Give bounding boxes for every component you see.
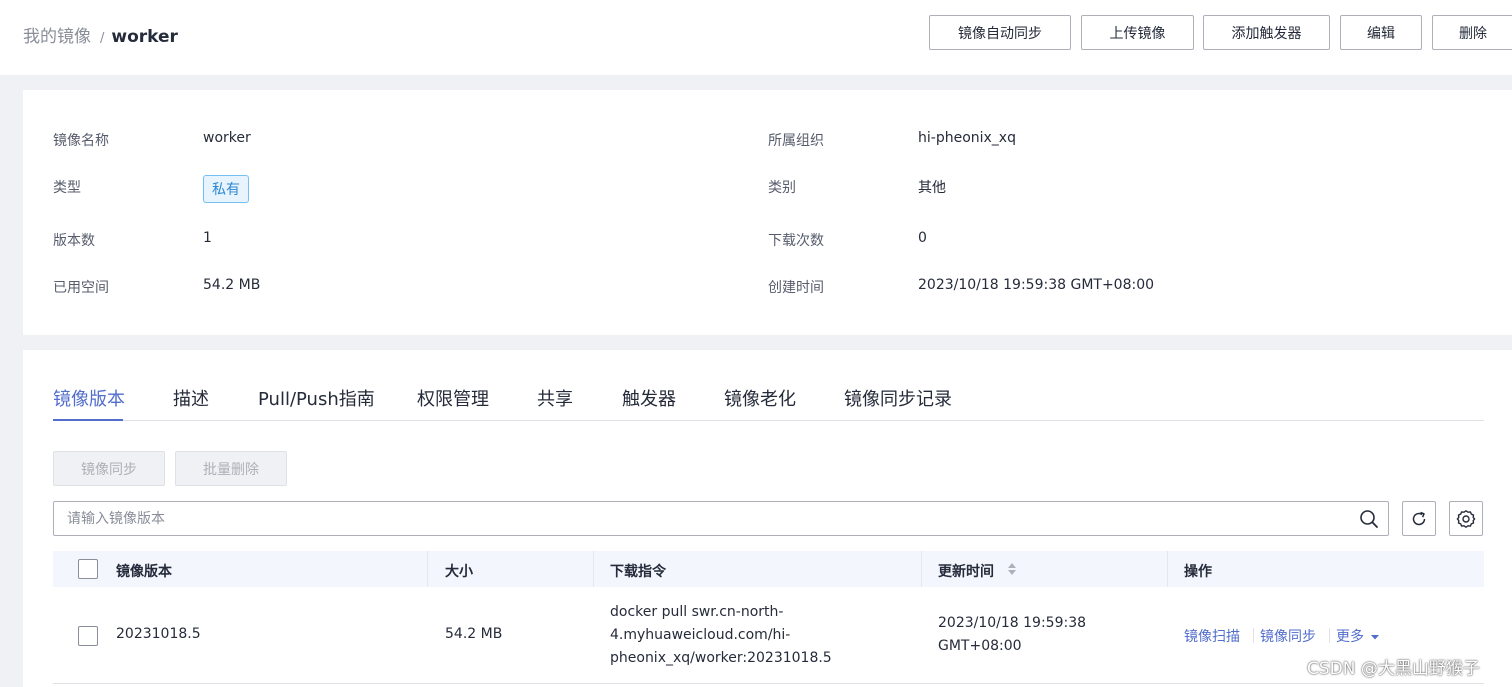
row-checkbox[interactable] bbox=[78, 626, 98, 646]
search-icon[interactable] bbox=[1359, 509, 1379, 529]
image-sync-button[interactable]: 镜像同步 bbox=[53, 451, 165, 486]
tab-sharing[interactable]: 共享 bbox=[537, 385, 573, 411]
chevron-down-icon bbox=[1371, 635, 1380, 640]
active-tab-indicator bbox=[53, 419, 123, 421]
column-divider bbox=[1167, 551, 1168, 587]
used-space-value: 54.2 MB bbox=[203, 277, 261, 293]
image-versions-card: 镜像版本 描述 Pull/Push指南 权限管理 共享 触发器 镜像老化 镜像同… bbox=[23, 350, 1512, 687]
download-count-value: 0 bbox=[918, 230, 927, 246]
version-count-value: 1 bbox=[203, 230, 212, 246]
download-count-label: 下载次数 bbox=[768, 233, 824, 249]
organization-label: 所属组织 bbox=[768, 133, 824, 149]
image-info-card: 镜像名称 worker 所属组织 hi-pheonix_xq 类型 私有 类别 … bbox=[23, 90, 1512, 335]
pull-command-line: 4.myhuaweicloud.com/hi- bbox=[610, 627, 791, 643]
tab-pull-push-guide[interactable]: Pull/Push指南 bbox=[258, 385, 375, 411]
created-time-label: 创建时间 bbox=[768, 280, 824, 296]
sync-image-link[interactable]: 镜像同步 bbox=[1260, 626, 1316, 646]
watermark: CSDN @大黑山野猴子 bbox=[1307, 659, 1480, 679]
table-header: 镜像版本 大小 下载指令 更新时间 操作 bbox=[53, 551, 1484, 587]
page-title: worker bbox=[111, 27, 178, 47]
column-divider bbox=[427, 551, 428, 587]
refresh-icon bbox=[1412, 511, 1426, 525]
upload-image-button[interactable]: 上传镜像 bbox=[1081, 15, 1194, 50]
updated-date: 2023/10/18 19:59:38 bbox=[938, 615, 1087, 631]
tab-description[interactable]: 描述 bbox=[173, 385, 209, 411]
breadcrumb-my-images-link[interactable]: 我的镜像 bbox=[23, 22, 91, 47]
add-trigger-button[interactable]: 添加触发器 bbox=[1203, 15, 1330, 50]
settings-button[interactable] bbox=[1449, 501, 1483, 536]
column-divider bbox=[921, 551, 922, 587]
row-size: 54.2 MB bbox=[445, 626, 503, 642]
select-all-checkbox[interactable] bbox=[78, 559, 98, 579]
row-version: 20231018.5 bbox=[116, 626, 201, 642]
more-actions-link[interactable]: 更多 bbox=[1336, 626, 1380, 646]
type-label: 类型 bbox=[53, 180, 81, 196]
tab-image-aging[interactable]: 镜像老化 bbox=[724, 385, 796, 411]
column-header-operations: 操作 bbox=[1184, 564, 1212, 580]
delete-button[interactable]: 删除 bbox=[1432, 15, 1512, 50]
column-header-command: 下载指令 bbox=[610, 564, 666, 580]
breadcrumb: 我的镜像 / worker bbox=[23, 22, 178, 47]
refresh-button[interactable] bbox=[1402, 501, 1436, 536]
version-count-label: 版本数 bbox=[53, 233, 95, 249]
page-header: 我的镜像 / worker 镜像自动同步 上传镜像 添加触发器 编辑 删除 bbox=[0, 0, 1512, 75]
updated-timezone: GMT+08:00 bbox=[938, 638, 1022, 654]
used-space-label: 已用空间 bbox=[53, 280, 109, 296]
column-divider bbox=[593, 551, 594, 587]
pull-command-line: docker pull swr.cn-north- bbox=[610, 604, 784, 620]
tab-permissions[interactable]: 权限管理 bbox=[417, 385, 489, 411]
type-private-badge: 私有 bbox=[203, 175, 249, 203]
gear-icon bbox=[1456, 509, 1476, 528]
tab-sync-records[interactable]: 镜像同步记录 bbox=[844, 385, 952, 411]
pull-command-line: pheonix_xq/worker:20231018.5 bbox=[610, 650, 832, 666]
image-name-value: worker bbox=[203, 130, 251, 146]
edit-button[interactable]: 编辑 bbox=[1340, 15, 1422, 50]
tab-bar: 镜像版本 描述 Pull/Push指南 权限管理 共享 触发器 镜像老化 镜像同… bbox=[53, 380, 1484, 421]
tab-image-versions[interactable]: 镜像版本 bbox=[53, 385, 125, 411]
column-header-updated[interactable]: 更新时间 bbox=[938, 561, 994, 581]
scan-image-link[interactable]: 镜像扫描 bbox=[1184, 626, 1240, 646]
row-pull-command: docker pull swr.cn-north- 4.myhuaweiclou… bbox=[610, 601, 910, 670]
breadcrumb-separator: / bbox=[100, 31, 105, 46]
operation-divider bbox=[1329, 628, 1330, 643]
table-row: 20231018.5 54.2 MB docker pull swr.cn-no… bbox=[53, 587, 1484, 684]
organization-value: hi-pheonix_xq bbox=[918, 130, 1016, 146]
version-search-box bbox=[53, 501, 1389, 536]
row-updated-time: 2023/10/18 19:59:38 GMT+08:00 bbox=[938, 612, 1086, 658]
operation-divider bbox=[1253, 628, 1254, 643]
column-header-version[interactable]: 镜像版本 bbox=[116, 561, 172, 581]
image-name-label: 镜像名称 bbox=[53, 133, 109, 149]
batch-delete-button[interactable]: 批量删除 bbox=[175, 451, 287, 486]
created-time-value: 2023/10/18 19:59:38 GMT+08:00 bbox=[918, 277, 1155, 293]
search-input[interactable] bbox=[54, 502, 1344, 535]
more-actions-label: 更多 bbox=[1336, 629, 1364, 645]
auto-sync-button[interactable]: 镜像自动同步 bbox=[929, 15, 1071, 50]
category-value: 其他 bbox=[918, 180, 946, 196]
tab-triggers[interactable]: 触发器 bbox=[622, 385, 676, 411]
sort-icon[interactable] bbox=[1006, 561, 1018, 577]
category-label: 类别 bbox=[768, 180, 796, 196]
column-header-size[interactable]: 大小 bbox=[445, 561, 473, 581]
